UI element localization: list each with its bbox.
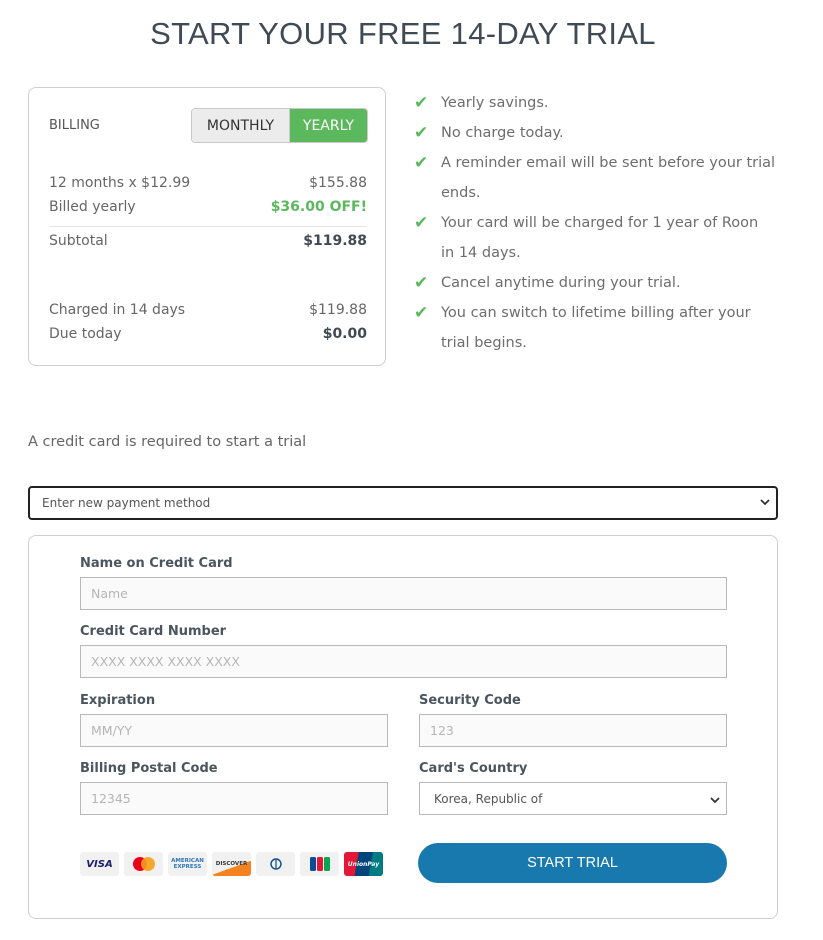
billing-row-months: 12 months x $12.99 $155.88 [49, 175, 367, 191]
payment-method-value: Enter new payment method [42, 496, 211, 510]
card-number-label: Credit Card Number [80, 624, 227, 639]
credit-card-required-note: A credit card is required to start a tri… [28, 434, 307, 450]
country-label: Card's Country [419, 761, 528, 776]
start-trial-button[interactable]: START TRIAL [418, 843, 727, 883]
check-icon: ✔ [414, 123, 429, 143]
subtotal-value: $119.88 [303, 233, 367, 249]
billing-period-toggle: MONTHLY YEARLY [191, 108, 368, 143]
billing-summary-card: BILLING MONTHLY YEARLY 12 months x $12.9… [28, 87, 386, 366]
expiration-input[interactable]: MM/YY [80, 714, 388, 747]
unionpay-icon: UnionPay [344, 852, 383, 876]
billing-row-label: Subtotal [49, 233, 108, 249]
jcb-icon [300, 852, 339, 876]
payment-method-select[interactable]: Enter new payment method [28, 486, 778, 520]
postal-code-input[interactable]: 12345 [80, 782, 388, 815]
payment-form-card: Name on Credit Card Name Credit Card Num… [28, 535, 778, 919]
benefit-text: No charge today. [441, 125, 564, 141]
check-icon: ✔ [414, 273, 429, 293]
billing-row-due-today: Due today $0.00 [49, 326, 367, 342]
benefit-item: ✔ You can switch to lifetime billing afte… [414, 298, 784, 358]
chevron-down-icon [710, 794, 720, 808]
benefit-item: ✔ Yearly savings. [414, 88, 784, 118]
billing-row-value: $155.88 [309, 175, 367, 191]
amex-icon: AMERICAN EXPRESS [168, 852, 207, 876]
benefit-item: ✔ No charge today. [414, 118, 784, 148]
mastercard-icon [124, 852, 163, 876]
benefit-item: ✔ Cancel anytime during your trial. [414, 268, 784, 298]
billing-label: BILLING [49, 118, 100, 133]
discover-icon: DISCOVER [212, 852, 251, 876]
discount-value: $36.00 OFF! [270, 199, 367, 215]
security-code-input[interactable]: 123 [419, 714, 727, 747]
check-icon: ✔ [414, 93, 429, 113]
billing-divider [49, 226, 367, 227]
benefit-item: ✔ Your card will be charged for 1 year of… [414, 208, 784, 268]
chevron-down-icon [760, 496, 770, 510]
billing-row-subtotal: Subtotal $119.88 [49, 233, 367, 249]
card-number-input[interactable]: XXXX XXXX XXXX XXXX [80, 645, 727, 678]
billing-row-label: 12 months x $12.99 [49, 175, 191, 191]
billing-row-discount: Billed yearly $36.00 OFF! [49, 199, 367, 215]
check-icon: ✔ [414, 213, 429, 233]
yearly-toggle-button[interactable]: YEARLY [290, 109, 367, 142]
billing-row-charged: Charged in 14 days $119.88 [49, 302, 367, 318]
billing-row-label: Billed yearly [49, 199, 136, 215]
benefit-text: Yearly savings. [441, 95, 549, 111]
benefit-text: Cancel anytime during your trial. [441, 275, 681, 291]
diners-club-icon [256, 852, 295, 876]
billing-row-label: Charged in 14 days [49, 302, 186, 318]
postal-code-label: Billing Postal Code [80, 761, 218, 776]
country-select[interactable]: Korea, Republic of [419, 782, 727, 815]
check-icon: ✔ [414, 153, 429, 173]
name-on-card-input[interactable]: Name [80, 577, 727, 610]
expiration-label: Expiration [80, 693, 156, 708]
country-value: Korea, Republic of [434, 791, 543, 806]
benefit-text: A reminder email will be sent before you… [441, 155, 776, 201]
check-icon: ✔ [414, 303, 429, 323]
page-title: START YOUR FREE 14-DAY TRIAL [150, 16, 656, 51]
benefit-text: You can switch to lifetime billing after… [441, 305, 751, 351]
accepted-cards: VISA AMERICAN EXPRESS DISCOVER UnionPay [80, 852, 383, 876]
name-on-card-label: Name on Credit Card [80, 556, 233, 571]
visa-icon: VISA [80, 852, 119, 876]
charged-value: $119.88 [309, 302, 367, 318]
benefit-item: ✔ A reminder email will be sent before yo… [414, 148, 784, 208]
benefit-text: Your card will be charged for 1 year of … [441, 215, 759, 261]
benefits-list: ✔ Yearly savings. ✔ No charge today. ✔ A re… [414, 88, 784, 358]
security-code-label: Security Code [419, 693, 521, 708]
monthly-toggle-button[interactable]: MONTHLY [192, 109, 290, 142]
billing-row-label: Due today [49, 326, 122, 342]
due-today-value: $0.00 [322, 326, 367, 342]
